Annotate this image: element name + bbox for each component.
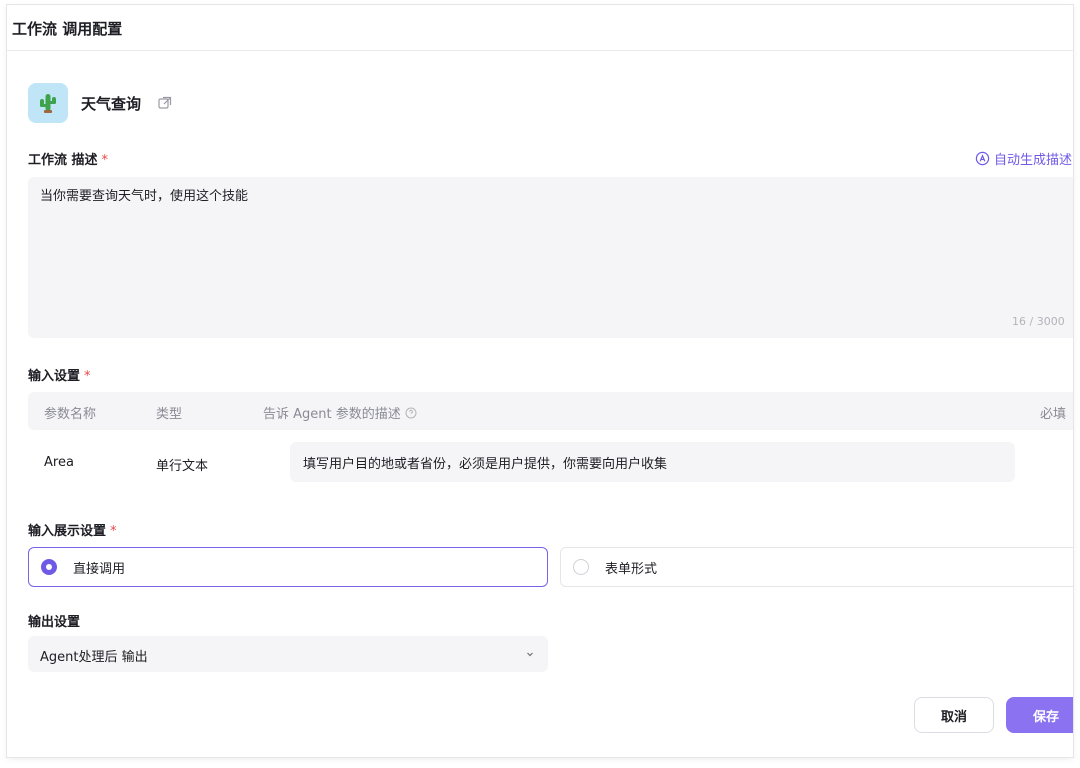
dialog-header: 工作流 调用配置 [7, 5, 1073, 51]
ai-generate-icon [975, 151, 990, 166]
output-mode-value: Agent处理后 输出 [40, 650, 148, 665]
param-type-cell: 单行文本 [156, 459, 209, 474]
column-header-description: 告诉 Agent 参数的描述 [263, 403, 417, 422]
description-label: 工作流 描述 * [28, 153, 109, 168]
param-description-input[interactable]: 填写用户目的地或者省份，必须是用户提供，你需要向用户收集 [290, 442, 1015, 482]
character-counter: 16 / 3000 [1012, 315, 1065, 328]
radio-option-direct-call[interactable]: 直接调用 [28, 547, 548, 587]
description-textarea[interactable]: 当你需要查询天气时，使用这个技能 16 / 3000 [28, 177, 1073, 338]
save-button[interactable]: 保存 [1006, 697, 1073, 733]
open-external-icon[interactable] [157, 95, 173, 111]
auto-generate-description-button[interactable]: 自动生成描述 [975, 149, 1072, 168]
column-header-name: 参数名称 [44, 407, 97, 422]
help-icon[interactable] [405, 407, 417, 419]
output-settings-label: 输出设置 [28, 615, 81, 630]
radio-option-form[interactable]: 表单形式 [560, 547, 1073, 587]
radio-option-label: 直接调用 [73, 561, 126, 577]
workflow-config-dialog: 工作流 调用配置 天气查询 工作流 描述 * 自动生成描述 当你需要查询天气时，使… [7, 5, 1073, 757]
description-value: 当你需要查询天气时，使用这个技能 [40, 189, 249, 204]
cancel-button[interactable]: 取消 [914, 697, 994, 733]
radio-unselected-icon [573, 559, 589, 575]
param-name-cell: Area [44, 455, 74, 470]
cactus-icon [28, 83, 68, 123]
params-table-header: 参数名称 类型 告诉 Agent 参数的描述 必填 [28, 392, 1073, 430]
radio-selected-icon [41, 559, 57, 575]
param-description-value: 填写用户目的地或者省份，必须是用户提供，你需要向用户收集 [303, 457, 668, 472]
column-header-required: 必填 [1040, 407, 1067, 422]
input-settings-label: 输入设置 * [28, 369, 91, 384]
chevron-down-icon [527, 652, 533, 657]
radio-option-label: 表单形式 [605, 561, 658, 577]
column-header-type: 类型 [156, 407, 183, 422]
workflow-name: 天气查询 [81, 95, 142, 113]
display-settings-label: 输入展示设置 * [28, 524, 117, 539]
dialog-title: 工作流 调用配置 [12, 20, 123, 38]
output-mode-select[interactable]: Agent处理后 输出 [28, 636, 548, 672]
